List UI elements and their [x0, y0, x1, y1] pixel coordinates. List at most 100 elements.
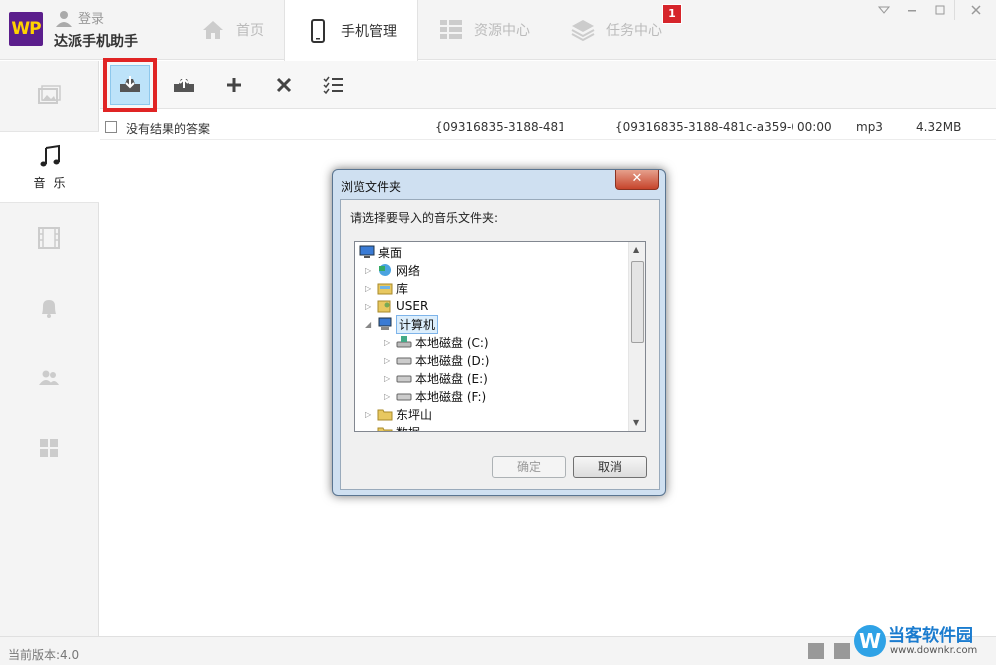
scroll-up-icon[interactable]: ▲	[633, 245, 639, 254]
sidebar-item-apps[interactable]	[0, 413, 98, 483]
tree-item-computer[interactable]: ◢ 计算机	[365, 314, 439, 334]
tree-item-dongpingshan[interactable]: ▷ 东坪山	[365, 405, 432, 423]
tab-home[interactable]: 首页	[180, 0, 284, 60]
home-icon	[203, 21, 223, 39]
tree-item-drive-e[interactable]: ▷ 本地磁盘 (E:)	[384, 369, 488, 387]
tree-scrollbar[interactable]: ▲ ▼	[628, 242, 645, 431]
add-icon	[227, 77, 241, 92]
watermark: W 当客软件园 www.downkr.com	[854, 621, 994, 665]
tree-item-label: 本地磁盘 (E:)	[415, 371, 488, 386]
table-row[interactable]: 没有结果的答案 {09316835-3188-481c-a35 {0931683…	[100, 116, 996, 140]
tree-item-label: 数据	[396, 424, 420, 432]
tree-item-data[interactable]: 数据	[365, 423, 420, 432]
tree-item-user[interactable]: ▷ USER	[365, 297, 428, 315]
menu-dropdown-icon[interactable]	[870, 0, 898, 20]
tree-item-label: 库	[396, 281, 409, 296]
row-checkbox[interactable]	[105, 121, 117, 133]
desktop-icon	[359, 245, 375, 258]
tree-expander[interactable]: ▷	[384, 392, 394, 401]
login-link[interactable]: 登录	[54, 8, 104, 27]
watermark-url: www.downkr.com	[890, 645, 978, 656]
tab-task-center[interactable]: 任务中心 1	[550, 0, 682, 60]
sidebar-item-contacts[interactable]	[0, 343, 98, 413]
song-size: 4.32MB	[916, 120, 962, 134]
tree-item-label: USER	[396, 299, 429, 313]
upload-icon[interactable]	[834, 643, 850, 659]
apps-icon	[40, 439, 58, 457]
photo-icon	[38, 85, 61, 104]
tab-phone-manage[interactable]: 手机管理	[284, 0, 418, 61]
tree-item-drive-d[interactable]: ▷ 本地磁盘 (D:)	[384, 351, 489, 369]
user-icon	[56, 10, 72, 27]
tree-expander[interactable]: ▷	[384, 338, 394, 347]
select-list-button[interactable]	[312, 64, 356, 106]
drive-icon	[396, 375, 412, 383]
tree-expander[interactable]: ▷	[365, 266, 375, 275]
sidebar-item-music[interactable]: 音乐	[0, 131, 99, 203]
export-button[interactable]	[162, 64, 206, 106]
tree-expander[interactable]: ▷	[384, 356, 394, 365]
sidebar-item-label: 音乐	[33, 175, 74, 190]
scroll-thumb[interactable]	[631, 261, 644, 343]
tree-item-label: 桌面	[378, 245, 403, 260]
scroll-down-icon[interactable]: ▼	[633, 418, 639, 427]
dialog-body: 请选择要导入的音乐文件夹: 桌面 ▷ 网络 ▷ 库 ▷ USER ◢ 计算机 ▷…	[340, 199, 660, 490]
tree-expander[interactable]: ▷	[365, 410, 375, 419]
minimize-icon[interactable]	[898, 0, 926, 20]
library-icon	[377, 283, 393, 295]
cancel-button[interactable]: 取消	[573, 456, 647, 478]
qrcode-icon[interactable]	[808, 643, 824, 659]
main-tabs: 首页 手机管理 资源中心 任务中心 1	[180, 0, 682, 61]
dialog-close-button[interactable]: ✕	[615, 170, 659, 190]
watermark-text: 当客软件园	[888, 626, 973, 646]
tree-expander[interactable]: ▷	[384, 374, 394, 383]
sidebar-item-photos[interactable]	[0, 61, 98, 131]
status-bar: 当前版本:4.0 W 当客软件园 www.downkr.com	[0, 625, 996, 665]
folder-tree[interactable]: 桌面 ▷ 网络 ▷ 库 ▷ USER ◢ 计算机 ▷ 本地磁盘 (C:) ▷ 本…	[354, 241, 646, 432]
tree-item-network[interactable]: ▷ 网络	[365, 261, 420, 279]
login-label: 登录	[78, 12, 105, 27]
tree-item-label: 本地磁盘 (F:)	[415, 389, 487, 404]
sidebar-item-ringtones[interactable]	[0, 273, 98, 343]
song-album: {09316835-3188-481c-a359-0f8d2a9	[615, 120, 793, 134]
user-folder-icon	[377, 300, 391, 313]
tree-item-desktop[interactable]: 桌面	[357, 243, 402, 261]
watermark-logo: W	[854, 625, 886, 657]
tree-item-drive-c[interactable]: ▷ 本地磁盘 (C:)	[384, 333, 489, 351]
tree-item-drive-f[interactable]: ▷ 本地磁盘 (F:)	[384, 387, 486, 405]
tree-item-library[interactable]: ▷ 库	[365, 279, 408, 297]
network-icon	[379, 264, 391, 276]
tree-item-label: 本地磁盘 (C:)	[415, 335, 489, 350]
computer-icon	[378, 317, 392, 330]
tab-label: 资源中心	[474, 23, 530, 39]
tree-expander[interactable]: ◢	[365, 320, 375, 329]
system-drive-icon	[396, 336, 412, 348]
top-bar: WP 登录 达派手机助手 首页 手机管理 资源中心 任务中心 1	[0, 0, 996, 61]
folder-icon	[377, 409, 393, 421]
ok-button[interactable]: 确定	[492, 456, 566, 478]
version-label: 当前版本:4.0	[8, 648, 80, 662]
tab-label: 任务中心	[606, 23, 662, 39]
tree-expander[interactable]: ▷	[365, 302, 375, 311]
delete-icon	[276, 77, 292, 92]
app-name: 达派手机助手	[54, 34, 138, 50]
sidebar-item-video[interactable]	[0, 203, 98, 273]
status-icons	[808, 643, 850, 659]
tab-resource-center[interactable]: 资源中心	[418, 0, 550, 60]
import-button[interactable]	[103, 57, 157, 112]
import-icon	[120, 75, 140, 92]
add-button[interactable]	[212, 64, 256, 106]
layers-icon	[571, 20, 595, 42]
folder-icon	[377, 427, 393, 431]
tree-expander[interactable]: ▷	[365, 284, 375, 293]
grid-icon	[440, 20, 462, 39]
app-logo: WP	[9, 12, 43, 46]
music-toolbar	[100, 57, 996, 112]
dialog-prompt: 请选择要导入的音乐文件夹:	[350, 211, 499, 225]
bell-icon	[42, 300, 56, 318]
contacts-icon	[39, 370, 59, 385]
delete-button[interactable]	[262, 64, 306, 106]
close-window-icon[interactable]	[954, 0, 996, 20]
task-count-badge: 1	[662, 4, 682, 24]
restore-icon[interactable]	[926, 0, 954, 20]
